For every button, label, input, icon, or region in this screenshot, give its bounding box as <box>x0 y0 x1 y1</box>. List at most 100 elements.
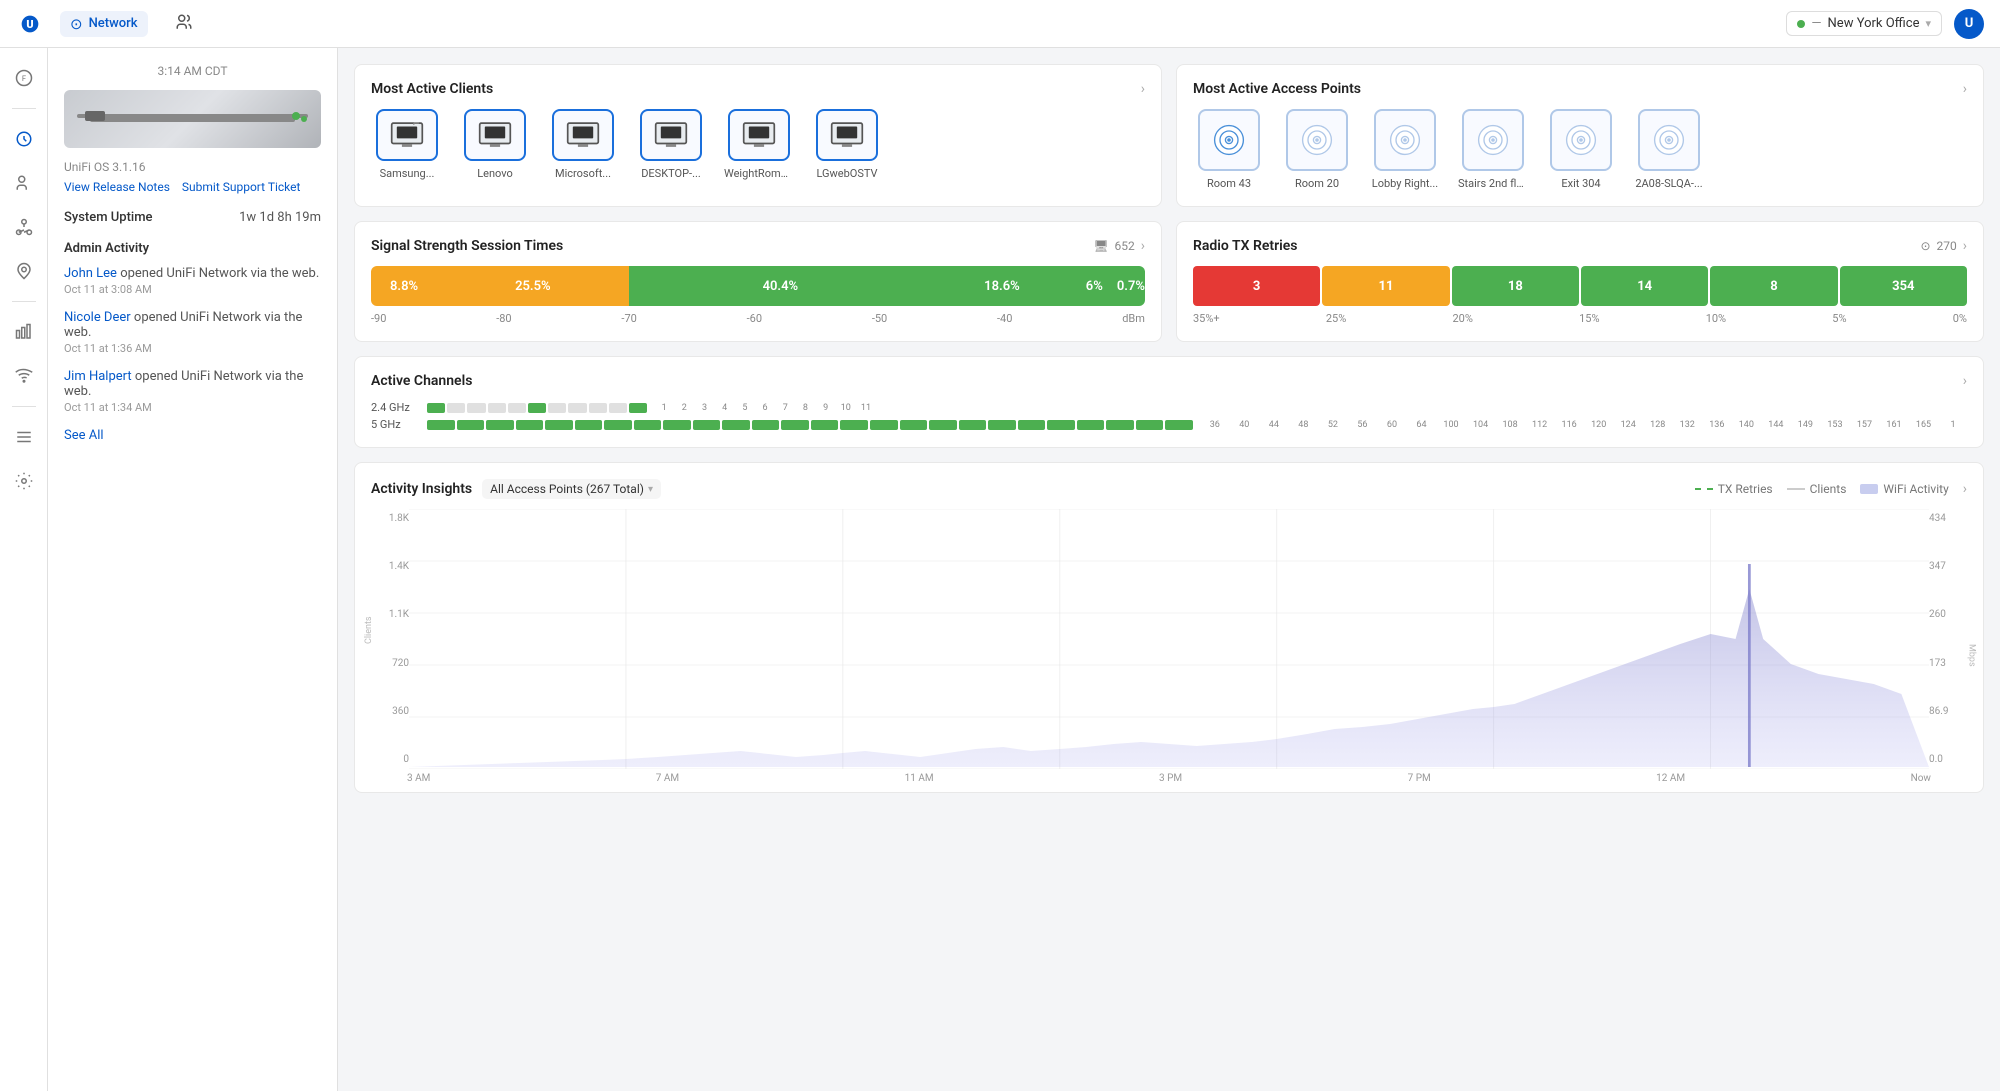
activity-actor-2[interactable]: Jim Halpert <box>64 369 132 384</box>
time-display: 3:14 AM CDT <box>64 64 321 78</box>
signal-count: 652 <box>1115 239 1135 253</box>
ap-icon-box <box>1374 109 1436 171</box>
ch-bar <box>548 403 566 413</box>
sidebar-icon-wifi[interactable] <box>6 358 42 394</box>
y-left-2: 1.1K <box>371 609 409 620</box>
ch-bar <box>508 403 526 413</box>
list-item[interactable]: Lobby Right... <box>1369 109 1441 190</box>
list-item[interactable]: Stairs 2nd floor <box>1457 109 1529 190</box>
top-nav: U ⊙ Network — New York Office ▾ U <box>0 0 2000 48</box>
ch-bar <box>609 403 627 413</box>
icon-sidebar: F <box>0 48 48 1091</box>
list-item[interactable]: Samsung... <box>371 109 443 180</box>
chart-legend: TX Retries Clients WiFi Activity › <box>1695 481 1967 497</box>
y-axis-left: 1.8K 1.4K 1.1K 720 360 0 Clients <box>371 509 409 769</box>
ch-bar <box>1047 420 1075 430</box>
ap-selector-label: All Access Points (267 Total) <box>490 482 644 496</box>
submit-ticket-link[interactable]: Submit Support Ticket <box>182 180 301 194</box>
see-all-link[interactable]: See All <box>64 428 321 443</box>
aps-card-header: Most Active Access Points › <box>1193 81 1967 97</box>
ch-bar <box>693 420 721 430</box>
y-axis-right: 434 347 260 173 86.9 0.0 Mbps <box>1929 509 1967 769</box>
x-label-1: 7 AM <box>656 773 679 784</box>
legend-tx-retries-icon <box>1695 488 1713 490</box>
ch-bar <box>634 420 662 430</box>
activity-item: Jim Halpert opened UniFi Network via the… <box>64 369 321 414</box>
list-item[interactable]: Microsoft... <box>547 109 619 180</box>
ch-bar <box>840 420 868 430</box>
x-label-4: 7 PM <box>1408 773 1431 784</box>
sidebar-icon-clients[interactable] <box>6 165 42 201</box>
legend-wifi-activity: WiFi Activity <box>1860 482 1948 496</box>
ap-icon-box <box>1462 109 1524 171</box>
signal-bar-4: 6% <box>1072 266 1117 306</box>
ap-name-5: 2A08-SLQA-... <box>1635 177 1702 190</box>
tx-card-arrow[interactable]: › <box>1963 238 1967 254</box>
sidebar-icon-topology[interactable] <box>6 209 42 245</box>
ch-bar <box>959 420 987 430</box>
signal-card-arrow[interactable]: › <box>1141 238 1145 254</box>
client-name-1: Lenovo <box>477 167 513 180</box>
y-left-3: 720 <box>371 658 409 669</box>
aps-card-arrow[interactable]: › <box>1963 81 1967 97</box>
ch-bar <box>488 403 506 413</box>
app-body: F 3:14 AM CDT <box>0 48 2000 1091</box>
list-item[interactable]: Lenovo <box>459 109 531 180</box>
activity-actor-0[interactable]: John Lee <box>64 266 117 281</box>
sidebar-icon-location[interactable] <box>6 253 42 289</box>
list-item[interactable]: WeightRomOf... <box>723 109 795 180</box>
chevron-down-icon: ▾ <box>1925 17 1931 30</box>
y-left-4: 360 <box>371 706 409 717</box>
view-release-notes-link[interactable]: View Release Notes <box>64 180 170 194</box>
sidebar-icon-dashboard[interactable] <box>6 121 42 157</box>
ch-bar <box>900 420 928 430</box>
active-channels-card: Active Channels › 2.4 GHz <box>354 356 1984 448</box>
site-selector[interactable]: — New York Office ▾ <box>1786 11 1942 36</box>
ubiquiti-logo[interactable]: U <box>16 10 44 38</box>
ch-bar <box>929 420 957 430</box>
signal-bar-row: 8.8% 25.5% 40.4% 18.6% 6% 0.7% <box>371 266 1145 306</box>
list-item[interactable]: LGwebOSTV <box>811 109 883 180</box>
signal-bar-0: 8.8% <box>371 266 437 306</box>
ap-name-0: Room 43 <box>1207 177 1251 190</box>
y-left-5: 0 <box>371 754 409 765</box>
ch-bar <box>427 403 445 413</box>
clients-card-arrow[interactable]: › <box>1141 81 1145 97</box>
client-name-5: LGwebOSTV <box>816 167 877 180</box>
activity-timestamp-1: Oct 11 at 1:36 AM <box>64 342 321 355</box>
list-item[interactable]: Room 20 <box>1281 109 1353 190</box>
list-item[interactable]: 2A08-SLQA-... <box>1633 109 1705 190</box>
sidebar-icon-list[interactable] <box>6 419 42 455</box>
user-avatar[interactable]: U <box>1954 9 1984 39</box>
ch-bar <box>427 420 455 430</box>
channels-card-arrow[interactable]: › <box>1963 373 1967 389</box>
activity-timestamp-0: Oct 11 at 3:08 AM <box>64 283 321 296</box>
top-cards-row: Most Active Clients › Samsung... <box>354 64 1984 207</box>
list-item[interactable]: DESKTOP-... <box>635 109 707 180</box>
y-right-4: 86.9 <box>1929 706 1967 717</box>
site-name: New York Office <box>1828 16 1920 31</box>
tab-users[interactable] <box>164 9 204 39</box>
chevron-down-icon: ▾ <box>648 484 653 495</box>
tx-bar-1: 11 <box>1322 266 1449 306</box>
aps-card-title: Most Active Access Points <box>1193 81 1361 97</box>
ch-bar <box>1077 420 1105 430</box>
tab-network[interactable]: ⊙ Network <box>60 11 148 37</box>
sidebar-icon-stats[interactable] <box>6 314 42 350</box>
top-nav-right: — New York Office ▾ U <box>1786 9 1984 39</box>
activity-card-arrow[interactable]: › <box>1963 481 1967 497</box>
ap-selector[interactable]: All Access Points (267 Total) ▾ <box>482 479 661 499</box>
activity-actor-1[interactable]: Nicole Deer <box>64 310 131 325</box>
y-left-0: 1.8K <box>371 513 409 524</box>
tx-bar-0: 3 <box>1193 266 1320 306</box>
legend-wifi-icon <box>1860 484 1878 494</box>
sidebar-icon-settings[interactable] <box>6 463 42 499</box>
client-icon-box <box>552 109 614 161</box>
device-box <box>64 90 321 148</box>
tx-count: 270 <box>1937 239 1957 253</box>
y-right-0: 434 <box>1929 513 1967 524</box>
list-item[interactable]: Room 43 <box>1193 109 1265 190</box>
ap-icon-box <box>1198 109 1260 171</box>
list-item[interactable]: Exit 304 <box>1545 109 1617 190</box>
sidebar-icon-favorites[interactable]: F <box>6 60 42 96</box>
